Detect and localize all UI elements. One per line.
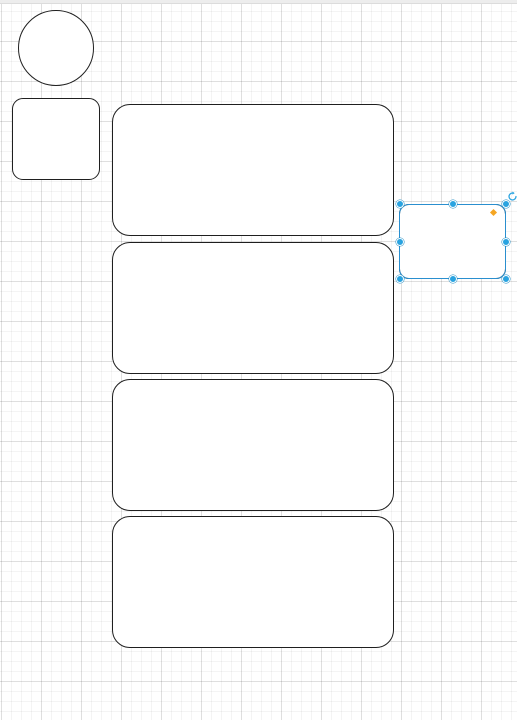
large-rounded-rectangle-shape-3[interactable] bbox=[112, 379, 394, 511]
small-rounded-rectangle-shape[interactable] bbox=[12, 98, 100, 180]
resize-handle-top-left[interactable] bbox=[396, 200, 404, 208]
selected-rounded-rectangle-shape[interactable] bbox=[399, 204, 506, 279]
resize-handle-bottom[interactable] bbox=[449, 275, 457, 283]
canvas-top-edge bbox=[0, 0, 517, 4]
resize-handle-bottom-left[interactable] bbox=[396, 275, 404, 283]
resize-handle-right[interactable] bbox=[502, 238, 510, 246]
large-rounded-rectangle-shape-2[interactable] bbox=[112, 242, 394, 374]
large-rounded-rectangle-shape-1[interactable] bbox=[112, 104, 394, 236]
resize-handle-bottom-right[interactable] bbox=[502, 275, 510, 283]
large-rounded-rectangle-shape-4[interactable] bbox=[112, 516, 394, 648]
resize-handle-top[interactable] bbox=[449, 200, 457, 208]
circle-shape[interactable] bbox=[18, 10, 94, 86]
rotate-icon[interactable] bbox=[507, 191, 517, 202]
resize-handle-left[interactable] bbox=[396, 238, 404, 246]
